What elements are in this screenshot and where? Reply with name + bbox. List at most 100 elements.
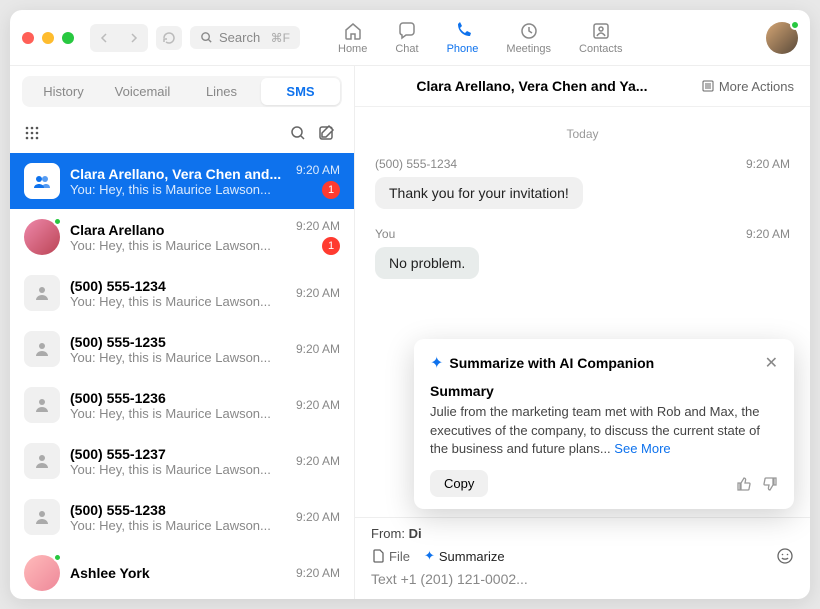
more-actions-button[interactable]: More Actions (701, 79, 794, 94)
user-avatar[interactable] (766, 22, 798, 54)
nav-phone[interactable]: Phone (447, 21, 479, 55)
conversation-time: 9:20 AM (296, 342, 340, 356)
conversation-row[interactable]: Ashlee York 9:20 AM (10, 545, 354, 599)
ai-summary-popover: ✦ Summarize with AI Companion ✕ Summary … (414, 339, 794, 509)
thumbs-up-icon[interactable] (736, 476, 752, 492)
conversation-preview: You: Hey, this is Maurice Lawson... (70, 182, 286, 197)
clock-icon (519, 21, 539, 41)
dialpad-icon[interactable] (24, 125, 40, 141)
nav-meetings[interactable]: Meetings (506, 21, 551, 55)
nav-chat[interactable]: Chat (395, 21, 418, 55)
unread-badge: 1 (322, 237, 340, 255)
conversation-list: Clara Arellano, Vera Chen and...You: Hey… (10, 153, 354, 599)
window-controls (22, 32, 74, 44)
nav-home[interactable]: Home (338, 21, 367, 55)
back-button[interactable] (92, 26, 118, 50)
forward-button[interactable] (120, 26, 146, 50)
unread-badge: 1 (322, 181, 340, 199)
message-bubble: Thank you for your invitation! (375, 177, 583, 209)
conversation-avatar (24, 331, 60, 367)
conversation-time: 9:20 AM (296, 163, 340, 177)
conversation-time: 9:20 AM (296, 398, 340, 412)
sparkle-icon: ✦ (424, 548, 435, 564)
conversation-row[interactable]: (500) 555-1237You: Hey, this is Maurice … (10, 433, 354, 489)
sidebar-toolbar (10, 113, 354, 153)
conversation-title: (500) 555-1234 (70, 278, 286, 294)
emoji-button[interactable] (776, 547, 794, 565)
conversation-time: 9:20 AM (296, 566, 340, 580)
app-window: Search ⌘F Home Chat Phone Meetings C (10, 10, 810, 599)
conversation-row[interactable]: (500) 555-1238You: Hey, this is Maurice … (10, 489, 354, 545)
conversation-avatar (24, 555, 60, 591)
sidebar: History Voicemail Lines SMS Clara Arella… (10, 66, 355, 599)
message-bubble: No problem. (375, 247, 479, 279)
conversation-avatar (24, 219, 60, 255)
conversation-title: (500) 555-1238 (70, 502, 286, 518)
message-sender: You (375, 227, 395, 241)
conversation-row[interactable]: (500) 555-1236You: Hey, this is Maurice … (10, 377, 354, 433)
attach-file-button[interactable]: File (371, 549, 410, 564)
conversation-pane: Clara Arellano, Vera Chen and Ya... More… (355, 66, 810, 599)
search-conversations-button[interactable] (284, 119, 312, 147)
tab-lines[interactable]: Lines (182, 78, 261, 105)
conversation-row[interactable]: Clara ArellanoYou: Hey, this is Maurice … (10, 209, 354, 265)
conversation-header: Clara Arellano, Vera Chen and Ya... More… (355, 66, 810, 107)
message-sender: (500) 555-1234 (375, 157, 457, 171)
nav-contacts[interactable]: Contacts (579, 21, 622, 55)
conversation-avatar (24, 499, 60, 535)
conversation-title: Ashlee York (70, 565, 286, 581)
conversation-row[interactable]: (500) 555-1235You: Hey, this is Maurice … (10, 321, 354, 377)
composer-toolbar: File ✦ Summarize (371, 547, 794, 565)
conversation-title: Clara Arellano, Vera Chen and Ya... (371, 78, 693, 94)
phone-icon (453, 21, 473, 41)
close-window[interactable] (22, 32, 34, 44)
history-nav (90, 24, 148, 52)
thumbs-down-icon[interactable] (762, 476, 778, 492)
message-input[interactable]: Text +1 (201) 121-0002... (371, 571, 794, 587)
composer: From: Di File ✦ Summarize Text +1 (201) … (355, 517, 810, 599)
summarize-button[interactable]: ✦ Summarize (424, 548, 505, 564)
conversation-title: Clara Arellano, Vera Chen and... (70, 166, 286, 182)
from-line[interactable]: From: Di (371, 526, 794, 541)
conversation-avatar (24, 387, 60, 423)
tab-sms[interactable]: SMS (261, 78, 340, 105)
conversation-title: (500) 555-1235 (70, 334, 286, 350)
compose-button[interactable] (312, 119, 340, 147)
conversation-time: 9:20 AM (296, 510, 340, 524)
message-time: 9:20 AM (746, 227, 790, 241)
conversation-time: 9:20 AM (296, 219, 340, 233)
presence-indicator (790, 20, 800, 30)
message-group: You 9:20 AM No problem. (375, 227, 790, 279)
tab-voicemail[interactable]: Voicemail (103, 78, 182, 105)
content: History Voicemail Lines SMS Clara Arella… (10, 66, 810, 599)
conversation-row[interactable]: Clara Arellano, Vera Chen and...You: Hey… (10, 153, 354, 209)
see-more-link[interactable]: See More (614, 441, 670, 456)
sparkle-icon: ✦ (430, 353, 443, 373)
conversation-preview: You: Hey, this is Maurice Lawson... (70, 294, 286, 309)
tab-history[interactable]: History (24, 78, 103, 105)
copy-button[interactable]: Copy (430, 470, 488, 497)
summary-heading: Summary (430, 383, 778, 399)
search-placeholder: Search (219, 30, 260, 45)
conversation-title: (500) 555-1237 (70, 446, 286, 462)
presence-indicator (53, 553, 62, 562)
titlebar: Search ⌘F Home Chat Phone Meetings C (10, 10, 810, 66)
refresh-button[interactable] (156, 26, 182, 50)
conversation-time: 9:20 AM (296, 454, 340, 468)
conversation-preview: You: Hey, this is Maurice Lawson... (70, 350, 286, 365)
popover-title: Summarize with AI Companion (449, 355, 758, 371)
close-icon[interactable]: ✕ (765, 353, 778, 373)
conversation-row[interactable]: (500) 555-1234You: Hey, this is Maurice … (10, 265, 354, 321)
sidebar-tabs: History Voicemail Lines SMS (22, 76, 342, 107)
list-icon (701, 79, 715, 93)
maximize-window[interactable] (62, 32, 74, 44)
conversation-preview: You: Hey, this is Maurice Lawson... (70, 462, 286, 477)
presence-indicator (53, 217, 62, 226)
conversation-preview: You: Hey, this is Maurice Lawson... (70, 406, 286, 421)
date-separator: Today (375, 127, 790, 141)
chat-icon (397, 21, 417, 41)
search-box[interactable]: Search ⌘F (190, 26, 300, 49)
minimize-window[interactable] (42, 32, 54, 44)
search-shortcut: ⌘F (271, 31, 290, 45)
message-group: (500) 555-12349:20 AMThank you for your … (375, 157, 790, 209)
